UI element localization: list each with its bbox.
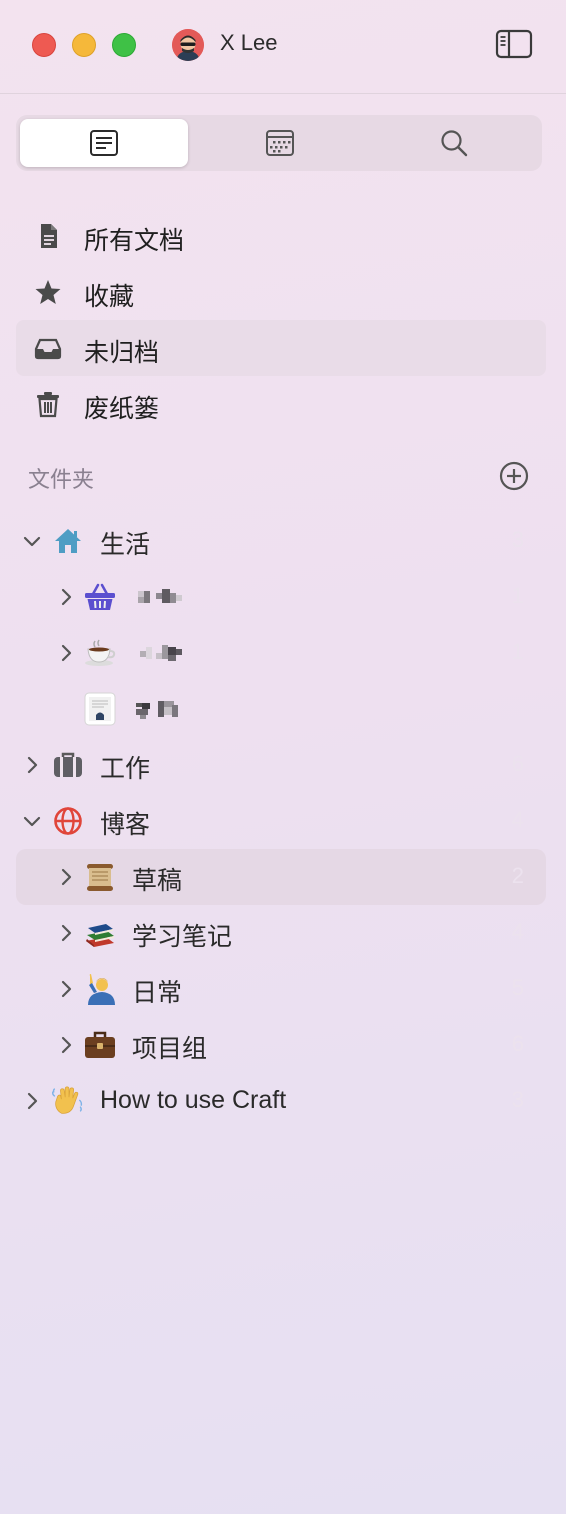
folder-life-sub3[interactable] [16,681,546,737]
folder-count: 3 [511,527,524,552]
chevron-right-icon[interactable] [54,921,78,945]
add-folder-icon[interactable] [498,460,530,492]
redacted-label [134,581,190,613]
waving-hand-icon [52,1085,84,1117]
folder-life-sub1[interactable]: 1 [16,569,546,625]
minimize-window-button[interactable] [72,33,96,57]
sidebar-toggle-icon[interactable] [495,28,533,60]
folder-label: How to use Craft [100,1086,287,1114]
nav-unsorted[interactable]: 未归档 [16,320,546,376]
folder-life[interactable]: 生活 3 [16,513,546,569]
folder-label: 生活 [100,530,151,559]
folder-count: 2 [511,863,524,888]
folder-label: 工作 [100,754,151,783]
nav-label: 收藏 [84,282,135,311]
folder-label: 学习笔记 [132,922,233,951]
document-icon [41,224,57,248]
window-edge [566,0,580,1514]
folder-count: 4 [511,919,524,944]
folder-count: 1 [511,583,524,608]
account-name[interactable]: X Lee [220,30,278,56]
star-icon [35,280,61,304]
folder-count: 1 [511,639,524,664]
document-thumbnail-icon [84,692,116,726]
chevron-down-icon[interactable] [20,809,44,833]
person-raising-hand-icon [84,973,116,1005]
view-switcher [16,115,542,171]
books-icon [84,917,116,949]
folder-study-notes[interactable]: 学习笔记 4 [16,905,546,961]
scroll-icon [84,861,116,893]
folder-count: 6 [511,1031,524,1056]
calendar-icon [266,130,294,156]
folder-label: 博客 [100,810,151,839]
chevron-right-icon[interactable] [54,585,78,609]
nav-all-documents[interactable]: 所有文档 [16,208,546,264]
avatar[interactable] [172,29,204,61]
briefcase-brown-icon [84,1029,116,1061]
folder-label: 项目组 [132,1034,208,1063]
folder-label: 草稿 [132,866,183,895]
titlebar: X Lee [0,0,566,94]
basket-icon [84,581,116,613]
folder-count: 4 [511,807,524,832]
redacted-label [134,637,190,669]
chevron-right-icon[interactable] [54,865,78,889]
chevron-right-icon[interactable] [20,1089,44,1113]
briefcase-icon [52,749,84,781]
folders-section-title: 文件夹 [28,468,95,493]
folder-drafts[interactable]: 草稿 2 [16,849,546,905]
folder-daily[interactable]: 日常 5 [16,961,546,1017]
home-icon [52,525,84,557]
chevron-right-icon[interactable] [54,641,78,665]
nav-label: 所有文档 [84,226,185,255]
nav-label: 废纸篓 [84,394,160,423]
inbox-icon [34,338,62,360]
folder-work[interactable]: 工作 6 [16,737,546,793]
nav-trash[interactable]: 废纸篓 [16,376,546,432]
trash-icon [37,392,59,418]
folder-count: 5 [511,975,524,1000]
search-icon [441,130,468,157]
globe-icon [52,805,84,837]
close-window-button[interactable] [32,33,56,57]
chevron-down-icon[interactable] [20,529,44,553]
zoom-window-button[interactable] [112,33,136,57]
chevron-right-icon[interactable] [54,1033,78,1057]
tab-search[interactable] [370,119,538,167]
tab-documents[interactable] [20,119,188,167]
folder-life-sub2[interactable]: 1 [16,625,546,681]
document-list-icon [90,130,118,156]
folder-project-group[interactable]: 项目组 6 [16,1017,546,1073]
folder-count: 6 [511,751,524,776]
redacted-label [134,693,190,725]
chevron-right-icon[interactable] [54,977,78,1001]
nav-label: 未归档 [84,338,160,367]
nav-favorites[interactable]: 收藏 [16,264,546,320]
folder-label: 日常 [132,978,183,1007]
folder-count: 3 [511,1087,524,1112]
chevron-right-icon[interactable] [20,753,44,777]
coffee-icon [84,637,116,669]
folder-blog[interactable]: 博客 4 [16,793,546,849]
folder-how-to-use-craft[interactable]: How to use Craft 3 [16,1073,546,1129]
tab-calendar[interactable] [196,119,364,167]
